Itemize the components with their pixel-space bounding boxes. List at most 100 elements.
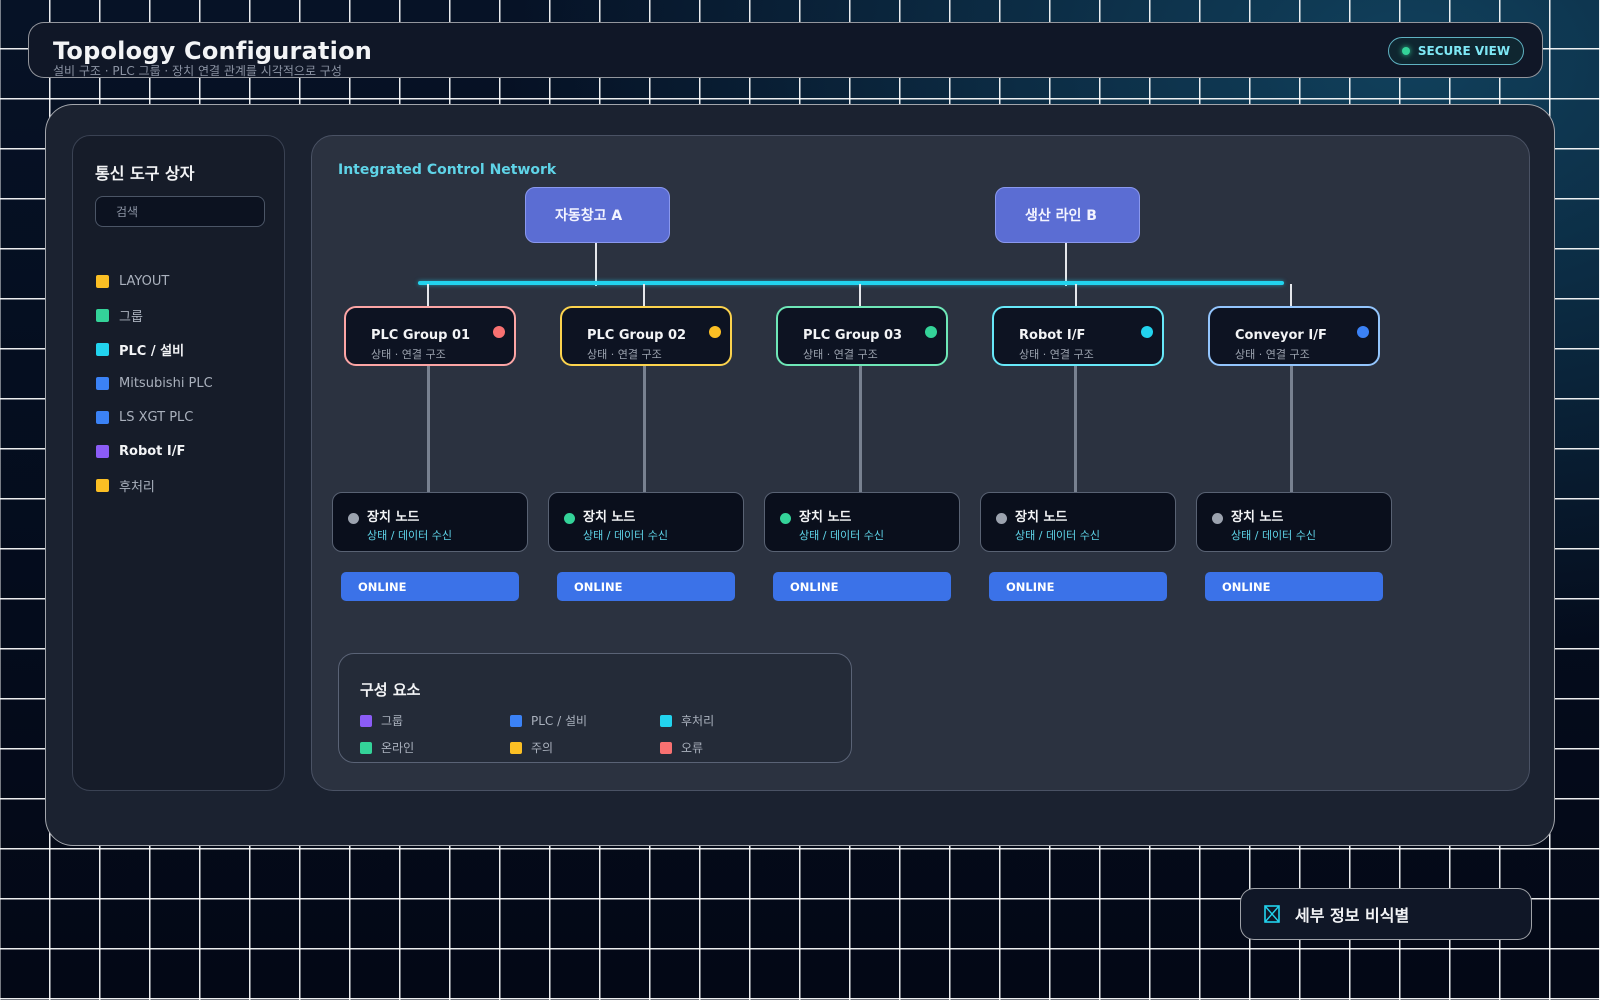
device-node-subtitle: 상태 / 데이터 수신 xyxy=(799,529,885,542)
page-title: Topology Configuration xyxy=(53,37,373,65)
device-node-card[interactable]: 장치 노드상태 / 데이터 수신 xyxy=(332,492,528,552)
site-node[interactable]: 생산 라인 B xyxy=(995,187,1140,243)
plc-group-node[interactable]: PLC Group 01 상태 · 연결 구조 xyxy=(344,306,516,366)
legend-item: 그룹 xyxy=(360,712,403,729)
device-node-name: 장치 노드 xyxy=(1015,510,1068,525)
color-swatch-icon xyxy=(96,444,109,458)
connector-line xyxy=(427,366,430,494)
sidebar-item-label: Mitsubishi PLC xyxy=(119,375,213,391)
status-dot-icon xyxy=(1401,47,1410,55)
sidebar-item[interactable]: PLC / 설비 xyxy=(96,332,213,366)
connector-line xyxy=(1290,366,1293,494)
status-dot-icon xyxy=(1141,326,1153,338)
sidebar-item[interactable]: 그룹 xyxy=(96,298,213,332)
legend-item-label: 주의 xyxy=(531,741,554,755)
search-input[interactable] xyxy=(95,196,265,227)
connector-line xyxy=(595,242,597,286)
color-swatch-icon xyxy=(360,741,372,754)
page-subtitle: 설비 구조 · PLC 그룹 · 장치 연결 관계를 시각적으로 구성 xyxy=(53,64,342,78)
toolbox-sidebar: 통신 도구 상자 LAYOUT그룹PLC / 설비Mitsubishi PLCL… xyxy=(72,135,285,791)
device-node-card[interactable]: 장치 노드상태 / 데이터 수신 xyxy=(764,492,960,552)
masked-id-icon xyxy=(1264,905,1280,923)
plc-group-node[interactable]: PLC Group 03 상태 · 연결 구조 xyxy=(776,306,948,366)
device-node-subtitle: 상태 / 데이터 수신 xyxy=(367,529,453,542)
device-node-card[interactable]: 장치 노드상태 / 데이터 수신 xyxy=(980,492,1176,552)
online-status-badge[interactable]: ONLINE xyxy=(557,572,735,601)
device-node-subtitle: 상태 / 데이터 수신 xyxy=(583,529,669,542)
color-swatch-icon xyxy=(510,714,522,727)
legend-item: PLC / 설비 xyxy=(510,712,587,729)
site-node[interactable]: 자동창고 A xyxy=(525,187,670,243)
secure-view-toggle[interactable]: SECURE VIEW xyxy=(1388,37,1524,65)
plc-group-node[interactable]: Conveyor I/F 상태 · 연결 구조 xyxy=(1208,306,1380,366)
legend-panel: 구성 요소 그룹 PLC / 설비 후처리온라인 주의 오류 xyxy=(338,653,852,763)
status-dot-icon xyxy=(1212,513,1223,524)
legend-item-label: PLC / 설비 xyxy=(531,714,588,728)
legend-item-label: 후처리 xyxy=(681,714,715,728)
connector-line xyxy=(643,366,646,494)
header-bar: Topology Configuration 설비 구조 · PLC 그룹 · … xyxy=(28,22,1543,78)
color-swatch-icon xyxy=(660,714,672,727)
group-node-subtitle: 상태 · 연결 구조 xyxy=(587,348,662,361)
sidebar-item-label: LAYOUT xyxy=(119,273,170,289)
network-bus-line xyxy=(418,281,1284,285)
sidebar-item-label: 후처리 xyxy=(119,479,155,495)
legend-item-label: 온라인 xyxy=(381,741,415,755)
status-dot-icon xyxy=(925,326,937,338)
status-dot-icon xyxy=(709,326,721,338)
topology-canvas: Integrated Control Network 자동창고 A 생산 라인 … xyxy=(311,135,1530,791)
legend-item: 후처리 xyxy=(660,712,714,729)
legend-item: 주의 xyxy=(510,739,553,756)
sidebar-item-label: LS XGT PLC xyxy=(119,409,194,425)
device-node-card[interactable]: 장치 노드 상태 / 데이터 수신 xyxy=(1196,492,1392,552)
group-node-name: Robot I/F xyxy=(1019,328,1086,343)
sidebar-item-label: PLC / 설비 xyxy=(119,343,185,359)
sidebar-title: 통신 도구 상자 xyxy=(95,164,195,183)
group-node-subtitle: 상태 · 연결 구조 xyxy=(1235,348,1310,361)
sidebar-item[interactable]: LS XGT PLC xyxy=(96,400,213,434)
color-swatch-icon xyxy=(96,478,109,492)
connector-line xyxy=(1065,242,1067,286)
device-node-name: 장치 노드 xyxy=(799,510,852,525)
online-status-badge[interactable]: ONLINE xyxy=(773,572,951,601)
status-dot-icon xyxy=(780,513,791,524)
device-node-subtitle: 상태 / 데이터 수신 xyxy=(1231,529,1317,542)
sidebar-item[interactable]: Mitsubishi PLC xyxy=(96,366,213,400)
legend-item: 오류 xyxy=(660,739,703,756)
connector-line xyxy=(1290,284,1292,308)
device-node-card[interactable]: 장치 노드 상태 / 데이터 수신 xyxy=(548,492,744,552)
group-node-name: PLC Group 03 xyxy=(803,328,903,343)
legend-title: 구성 요소 xyxy=(360,681,421,699)
sidebar-item[interactable]: LAYOUT xyxy=(96,264,213,298)
color-swatch-icon xyxy=(96,274,109,288)
color-swatch-icon xyxy=(96,376,109,390)
sidebar-item[interactable]: 후처리 xyxy=(96,468,213,502)
online-status-badge[interactable]: ONLINE xyxy=(989,572,1167,601)
main-panel: 통신 도구 상자 LAYOUT그룹PLC / 설비Mitsubishi PLCL… xyxy=(45,104,1555,846)
status-dot-icon xyxy=(564,513,575,524)
connector-line xyxy=(1075,284,1077,308)
device-node-name: 장치 노드 xyxy=(367,510,420,525)
color-swatch-icon xyxy=(660,741,672,754)
sidebar-item[interactable]: Robot I/F xyxy=(96,434,213,468)
connector-line xyxy=(643,284,645,308)
online-status-badge[interactable]: ONLINE xyxy=(1205,572,1383,601)
plc-group-node[interactable]: Robot I/F 상태 · 연결 구조 xyxy=(992,306,1164,366)
status-dot-icon xyxy=(996,513,1007,524)
group-node-name: PLC Group 02 xyxy=(587,328,687,343)
color-swatch-icon xyxy=(96,308,109,322)
group-node-name: PLC Group 01 xyxy=(371,328,471,343)
color-swatch-icon xyxy=(96,410,109,424)
group-node-name: Conveyor I/F xyxy=(1235,328,1327,343)
sidebar-item-label: 그룹 xyxy=(119,309,143,325)
secure-view-label: SECURE VIEW xyxy=(1417,44,1511,58)
anonymize-details-toggle[interactable]: 세부 정보 비식별 xyxy=(1240,888,1532,940)
anonymize-details-label: 세부 정보 비식별 xyxy=(1295,906,1410,925)
connector-line xyxy=(427,284,429,308)
online-status-badge[interactable]: ONLINE xyxy=(341,572,519,601)
sidebar-list: LAYOUT 그룹 PLC / 설비 Mitsubishi PLC LS XGT PLC… xyxy=(96,264,213,502)
canvas-title: Integrated Control Network xyxy=(338,162,557,178)
device-node-subtitle: 상태 / 데이터 수신 xyxy=(1015,529,1101,542)
plc-group-node[interactable]: PLC Group 02 상태 · 연결 구조 xyxy=(560,306,732,366)
legend-item: 온라인 xyxy=(360,739,414,756)
